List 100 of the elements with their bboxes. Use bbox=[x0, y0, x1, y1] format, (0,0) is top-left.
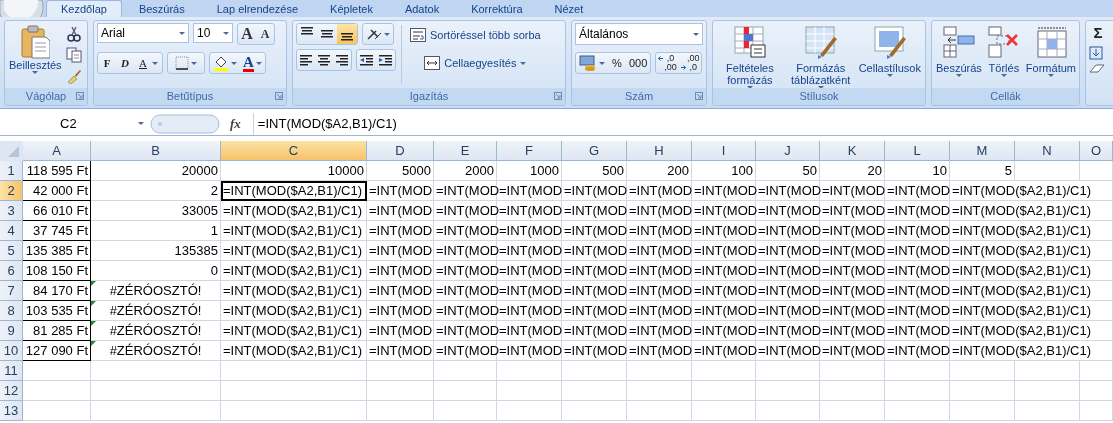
cell[interactable]: 42 000 Ft bbox=[23, 181, 91, 201]
cell[interactable]: =INT(MOD bbox=[497, 181, 562, 201]
formula-bar-handle[interactable] bbox=[150, 113, 220, 134]
cell[interactable]: =INT(MOD bbox=[627, 341, 692, 361]
cell[interactable] bbox=[820, 381, 885, 401]
cell[interactable] bbox=[692, 381, 756, 401]
cell[interactable]: =INT(MOD bbox=[497, 281, 562, 301]
cell[interactable]: =INT(MOD bbox=[756, 281, 820, 301]
row-header[interactable]: 6 bbox=[0, 261, 23, 281]
cell[interactable]: 10 bbox=[885, 161, 950, 181]
cell[interactable] bbox=[627, 401, 692, 421]
merge-cells-button[interactable]: Cellaegyesítés bbox=[407, 51, 544, 75]
cell[interactable]: 81 285 Ft bbox=[23, 321, 91, 341]
row-header[interactable]: 2 bbox=[0, 181, 23, 201]
dialog-launcher-icon[interactable] bbox=[76, 92, 84, 100]
cell[interactable]: =INT(MOD bbox=[885, 321, 950, 341]
cell[interactable]: =INT(MOD bbox=[885, 261, 950, 281]
row-header[interactable]: 4 bbox=[0, 221, 23, 241]
row-header[interactable]: 3 bbox=[0, 201, 23, 221]
cell[interactable] bbox=[627, 361, 692, 381]
row-header[interactable]: 13 bbox=[0, 401, 23, 421]
ribbon-button[interactable]: Cellastílusok bbox=[857, 23, 922, 86]
cell[interactable]: =INT(MOD bbox=[367, 301, 434, 321]
cell[interactable]: =INT(MOD bbox=[497, 341, 562, 361]
cell[interactable]: 50 bbox=[756, 161, 820, 181]
cell[interactable]: =INT(MOD bbox=[497, 241, 562, 261]
cell[interactable]: 5000 bbox=[367, 161, 434, 181]
cell[interactable]: =INT(MOD bbox=[820, 261, 885, 281]
cell[interactable]: =INT(MOD bbox=[756, 241, 820, 261]
cell[interactable]: =INT(MOD bbox=[627, 281, 692, 301]
ribbon-button[interactable]: Törlés bbox=[985, 23, 1022, 86]
percent-button[interactable]: % bbox=[608, 53, 626, 73]
cell[interactable] bbox=[885, 361, 950, 381]
cell[interactable] bbox=[497, 361, 562, 381]
cell[interactable] bbox=[692, 361, 756, 381]
cell[interactable]: =INT(MOD($A2,B1)/C1) bbox=[221, 241, 367, 261]
column-header[interactable]: A bbox=[23, 141, 91, 161]
cell[interactable]: =INT(MOD bbox=[885, 301, 950, 321]
cell[interactable]: 2 bbox=[91, 181, 221, 201]
cell[interactable]: =INT(MOD($A2,B1)/C1) bbox=[221, 181, 367, 201]
cell[interactable]: 66 010 Ft bbox=[23, 201, 91, 221]
cell[interactable]: =INT(MOD bbox=[367, 281, 434, 301]
cell[interactable]: =INT(MOD bbox=[497, 221, 562, 241]
column-header[interactable]: E bbox=[434, 141, 497, 161]
cell[interactable]: 135385 bbox=[91, 241, 221, 261]
grow-font-button[interactable]: A bbox=[238, 24, 256, 44]
cell[interactable]: =INT(MOD bbox=[562, 241, 627, 261]
cell[interactable]: 2000 bbox=[434, 161, 497, 181]
row-header[interactable]: 7 bbox=[0, 281, 23, 301]
column-header[interactable]: C bbox=[221, 141, 367, 161]
font-color-button[interactable]: A bbox=[240, 53, 265, 73]
cell[interactable]: =INT(MOD bbox=[367, 341, 434, 361]
column-header[interactable]: H bbox=[627, 141, 692, 161]
cell[interactable]: 200 bbox=[627, 161, 692, 181]
paste-button[interactable]: Beillesztés bbox=[8, 23, 63, 86]
cell[interactable]: =INT(MOD bbox=[885, 201, 950, 221]
cell[interactable]: =INT(MOD bbox=[367, 181, 434, 201]
cell[interactable]: =INT(MOD bbox=[820, 181, 885, 201]
cell[interactable] bbox=[367, 401, 434, 421]
cell[interactable] bbox=[820, 361, 885, 381]
cell[interactable]: =INT(MOD bbox=[367, 221, 434, 241]
cell[interactable] bbox=[1015, 401, 1080, 421]
cell[interactable]: =INT(MOD bbox=[820, 201, 885, 221]
cell[interactable]: =INT(MOD bbox=[692, 181, 756, 201]
cell[interactable] bbox=[562, 361, 627, 381]
cell[interactable] bbox=[756, 401, 820, 421]
cell[interactable] bbox=[885, 401, 950, 421]
ribbon-tab[interactable]: Korrektúra bbox=[456, 0, 538, 17]
cell[interactable]: =INT(MOD bbox=[627, 181, 692, 201]
cell[interactable] bbox=[1080, 381, 1113, 401]
cell[interactable]: =INT(MOD bbox=[627, 261, 692, 281]
row-header[interactable]: 5 bbox=[0, 241, 23, 261]
cell[interactable]: =INT(MOD($A2,B1)/C1) bbox=[221, 321, 367, 341]
cell[interactable] bbox=[367, 361, 434, 381]
cell[interactable]: 127 090 Ft bbox=[23, 341, 91, 361]
cell[interactable] bbox=[367, 381, 434, 401]
cell[interactable] bbox=[221, 381, 367, 401]
cell[interactable]: =INT(MOD bbox=[885, 341, 950, 361]
cell[interactable]: =INT(MOD bbox=[756, 261, 820, 281]
cell[interactable]: =INT(MOD bbox=[562, 261, 627, 281]
cell[interactable]: =INT(MOD bbox=[756, 301, 820, 321]
cell[interactable]: #ZÉRÓOSZTÓ! bbox=[91, 321, 221, 341]
cell[interactable]: =INT(MOD bbox=[692, 281, 756, 301]
cell[interactable]: =INT(MOD bbox=[756, 221, 820, 241]
row-header[interactable]: 1 bbox=[0, 161, 23, 181]
name-box[interactable]: C2 bbox=[0, 113, 150, 134]
row-header[interactable]: 12 bbox=[0, 381, 23, 401]
cell[interactable]: =INT(MOD bbox=[885, 221, 950, 241]
column-header[interactable]: G bbox=[562, 141, 627, 161]
cell[interactable]: =INT(MOD($A2,B1)/C1) bbox=[950, 261, 1113, 281]
cell[interactable]: =INT(MOD($A2,B1)/C1) bbox=[221, 341, 367, 361]
cell[interactable]: =INT(MOD bbox=[692, 301, 756, 321]
cell[interactable] bbox=[23, 361, 91, 381]
cell[interactable]: =INT(MOD bbox=[497, 301, 562, 321]
cell[interactable]: =INT(MOD bbox=[562, 201, 627, 221]
cell[interactable]: =INT(MOD bbox=[756, 201, 820, 221]
cell[interactable]: =INT(MOD bbox=[627, 241, 692, 261]
decrease-decimal-button[interactable]: ,00 ,0 bbox=[678, 53, 702, 73]
cell[interactable] bbox=[434, 381, 497, 401]
cell[interactable]: 100 bbox=[692, 161, 756, 181]
